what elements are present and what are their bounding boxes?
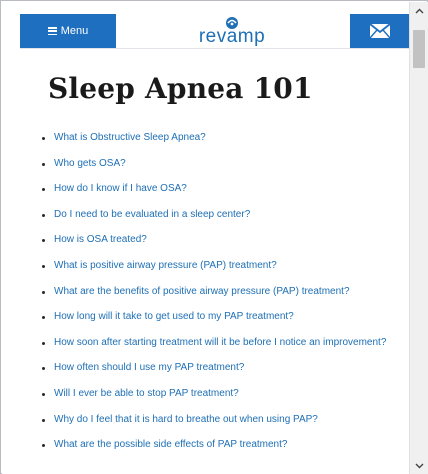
chevron-up-icon [415, 8, 424, 13]
menu-button[interactable]: Menu [20, 14, 116, 48]
vertical-scrollbar[interactable] [409, 2, 428, 474]
browser-frame: Menu revamp Sleep Apnea 101 What is Obst… [0, 0, 428, 474]
faq-link[interactable]: What is Obstructive Sleep Apnea? [54, 132, 206, 143]
list-item: Who gets OSA? [42, 156, 392, 172]
list-item: How is OSA treated? [42, 232, 392, 248]
faq-link[interactable]: Do I need to be evaluated in a sleep cen… [54, 209, 250, 220]
faq-link[interactable]: How long will it take to get used to my … [54, 311, 294, 322]
list-item: What is Obstructive Sleep Apnea? [42, 130, 392, 146]
site-header: Menu revamp [20, 14, 409, 49]
scroll-up-button[interactable] [410, 2, 428, 19]
list-item: Will I ever be able to stop PAP treatmen… [42, 386, 392, 402]
faq-link[interactable]: What is positive airway pressure (PAP) t… [54, 260, 277, 271]
faq-link[interactable]: How is OSA treated? [54, 234, 147, 245]
list-item: What are the benefits of positive airway… [42, 284, 392, 300]
menu-label: Menu [60, 25, 89, 37]
faq-link[interactable]: What are the benefits of positive airway… [54, 286, 350, 297]
revamp-logo[interactable]: revamp [187, 16, 277, 47]
scroll-thumb[interactable] [413, 30, 425, 68]
list-item: Why do I feel that it is hard to breathe… [42, 412, 392, 428]
list-item: How soon after starting treatment will i… [42, 335, 392, 351]
faq-link-list: What is Obstructive Sleep Apnea? Who get… [42, 130, 392, 463]
faq-link[interactable]: How often should I use my PAP treatment? [54, 362, 244, 373]
logo-text: revamp [198, 26, 266, 47]
faq-link[interactable]: How soon after starting treatment will i… [54, 337, 386, 348]
contact-mail-button[interactable] [350, 14, 409, 48]
faq-link[interactable]: What are the possible side effects of PA… [54, 439, 287, 450]
faq-link[interactable]: How do I know if I have OSA? [54, 183, 187, 194]
page-viewport: Menu revamp Sleep Apnea 101 What is Obst… [2, 2, 409, 474]
faq-link[interactable]: Who gets OSA? [54, 158, 126, 169]
list-item: How do I know if I have OSA? [42, 181, 392, 197]
envelope-icon [368, 23, 391, 39]
faq-link[interactable]: Why do I feel that it is hard to breathe… [54, 414, 318, 425]
list-item: How long will it take to get used to my … [42, 309, 392, 325]
hamburger-icon [47, 27, 57, 35]
list-item: What are the possible side effects of PA… [42, 437, 392, 453]
list-item: Do I need to be evaluated in a sleep cen… [42, 207, 392, 223]
page-title: Sleep Apnea 101 [48, 72, 313, 105]
scroll-down-button[interactable] [410, 457, 428, 474]
chevron-down-icon [415, 463, 424, 468]
list-item: What is positive airway pressure (PAP) t… [42, 258, 392, 274]
faq-link[interactable]: Will I ever be able to stop PAP treatmen… [54, 388, 239, 399]
list-item: How often should I use my PAP treatment? [42, 360, 392, 376]
